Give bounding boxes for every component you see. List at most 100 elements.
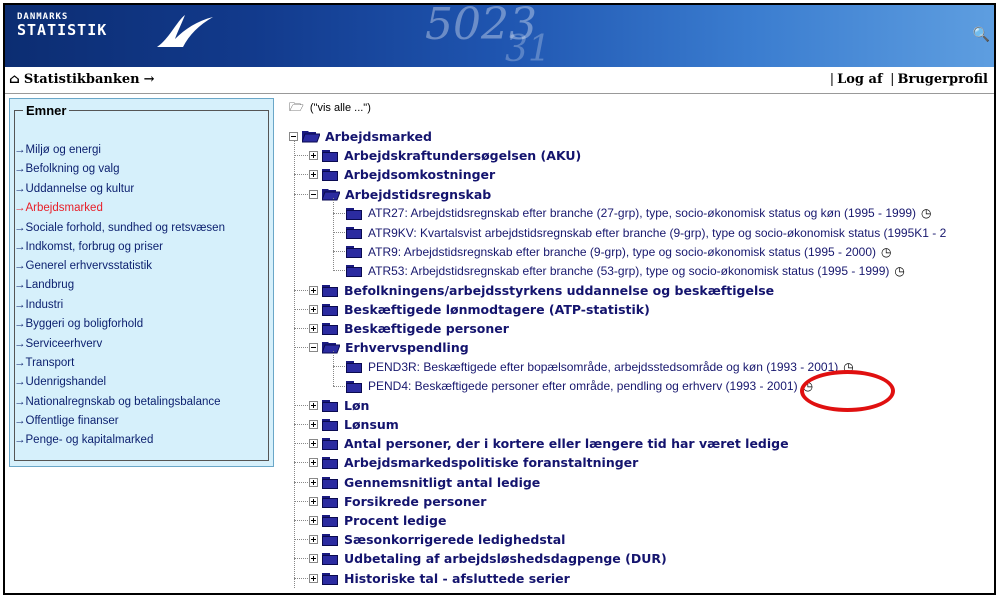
sidebar-item[interactable]: →Uddannelse og kultur (14, 180, 264, 199)
tree-node-row[interactable]: Arbejdsmarkedspolitiske foranstaltninger (309, 453, 638, 472)
expand-toggle-icon[interactable] (309, 420, 318, 429)
collapse-toggle-icon[interactable] (309, 189, 318, 199)
show-all-link[interactable]: 🗁 ("vis alle ...") (289, 99, 994, 117)
tree-node-row[interactable]: Udbetaling af arbejdsløshedsdagpenge (DU… (309, 549, 667, 568)
tree-leaf-row[interactable]: PEND3R: Beskæftigede efter bopælsområde,… (346, 357, 854, 376)
home-link[interactable]: ⌂ Statistikbanken → (9, 72, 155, 87)
tree-connector (294, 174, 308, 176)
sidebar-item[interactable]: →Udenrigshandel (14, 373, 264, 392)
expand-toggle-icon[interactable] (309, 554, 318, 564)
folder-icon (322, 418, 339, 431)
brand-line2: STATISTIK (17, 21, 108, 39)
tree-root-row[interactable]: Arbejdsmarked (289, 127, 432, 146)
clock-icon: ◷ (881, 244, 892, 259)
tree-leaf-row[interactable]: ATR9: Arbejdstidsregnskab efter branche … (346, 242, 892, 261)
tree-leaf-label: ATR9: Arbejdstidsregnskab efter branche … (368, 244, 877, 259)
tree-connector (294, 308, 308, 310)
tree-connector (294, 404, 308, 406)
tree-node-row[interactable]: Befolkningens/arbejdsstyrkens uddannelse… (309, 281, 774, 300)
tree-leaf-row[interactable]: PEND4: Beskæftigede personer efter områd… (346, 377, 813, 396)
tree-node-row[interactable]: Forsikrede personer (309, 492, 486, 511)
folder-icon (322, 514, 339, 527)
sidebar-item[interactable]: →Landbrug (14, 276, 264, 295)
tree-node-row[interactable]: Procent ledige (309, 511, 446, 530)
expand-toggle-icon[interactable] (309, 458, 318, 468)
browser-frame: DANMARKS STATISTIK 5023 31 🔍 ⌂ Statistik… (3, 3, 996, 595)
sidebar-item[interactable]: →Befolkning og valg (14, 160, 264, 179)
tree-node-row[interactable]: Beskæftigede personer (309, 319, 509, 338)
expand-toggle-icon[interactable] (309, 304, 318, 314)
tree-node-row[interactable]: Beskæftigede lønmodtagere (ATP-statistik… (309, 300, 650, 319)
clock-icon: ◷ (894, 263, 905, 278)
logout-link[interactable]: Log af (837, 72, 882, 87)
sidebar-item[interactable]: →Industri (14, 296, 264, 315)
tree-leaf-label: PEND3R: Beskæftigede efter bopælsområde,… (368, 359, 839, 374)
sidebar-item[interactable]: →Miljø og energi (14, 141, 264, 160)
sidebar-item[interactable]: →Nationalregnskab og betalingsbalance (14, 393, 264, 412)
sidebar-item[interactable]: →Indkomst, forbrug og priser (14, 238, 264, 257)
tree-connector (294, 558, 308, 560)
tree-node-row[interactable]: Arbejdstidsregnskab (309, 185, 491, 204)
expand-toggle-icon[interactable] (309, 285, 318, 295)
tree-node-row[interactable]: Gennemsnitligt antal ledige (309, 473, 540, 492)
expand-toggle-icon[interactable] (309, 516, 318, 525)
folder-icon (322, 533, 339, 547)
folder-icon (322, 456, 339, 470)
tree-node-label: Befolkningens/arbejdsstyrkens uddannelse… (344, 282, 775, 298)
collapse-toggle-icon[interactable] (309, 343, 318, 353)
tree-leaf-row[interactable]: ATR27: Arbejdstidsregnskab efter branche… (346, 204, 932, 223)
folder-icon (322, 552, 339, 566)
sidebar-item[interactable]: →Byggeri og boligforhold (14, 315, 264, 334)
tree-node-row[interactable]: Sæsonkorrigerede ledighedstal (309, 530, 565, 549)
expand-toggle-icon[interactable] (309, 573, 318, 583)
table-icon (346, 226, 363, 239)
expand-toggle-icon[interactable] (309, 324, 318, 333)
tree-node-row[interactable]: Historiske tal - afsluttede serier (309, 569, 570, 588)
search-icon[interactable]: 🔍 (973, 27, 990, 43)
tree-node-row[interactable]: Løn (309, 396, 369, 415)
expand-toggle-icon[interactable] (309, 400, 318, 410)
table-icon (346, 207, 363, 220)
table-icon (346, 264, 363, 278)
tree-leaf-label: ATR9KV: Kvartalsvist arbejdstidsregnskab… (368, 225, 947, 240)
folder-open-icon (322, 342, 340, 354)
tree-node-row[interactable]: Arbejdskraftundersøgelsen (AKU) (309, 146, 581, 165)
sidebar-item[interactable]: →Transport (14, 354, 264, 373)
tree-node-label: Arbejdsmarkedspolitiske foranstaltninger (344, 455, 639, 471)
expand-toggle-icon[interactable] (309, 151, 318, 161)
expand-toggle-icon[interactable] (309, 496, 318, 506)
folder-icon (322, 572, 339, 585)
tree-connector (294, 155, 308, 157)
tree-node-label: Løn (344, 397, 370, 413)
sidebar-item[interactable]: →Serviceerhverv (14, 335, 264, 354)
tree-leaf-row[interactable]: ATR9KV: Kvartalsvist arbejdstidsregnskab… (346, 223, 946, 242)
tree-node-row[interactable]: Antal personer, der i kortere eller læng… (309, 434, 789, 453)
sidebar-item[interactable]: →Offentlige finanser (14, 412, 264, 431)
tree-connector (294, 443, 308, 445)
tree-connector (333, 232, 345, 233)
expand-toggle-icon[interactable] (309, 170, 318, 180)
tree-leaf-row[interactable]: ATR53: Arbejdstidsregnskab efter branche… (346, 261, 905, 280)
tree-connector (333, 385, 345, 387)
expand-toggle-icon[interactable] (309, 439, 318, 449)
sidebar-item[interactable]: →Arbejdsmarked (14, 199, 264, 218)
folder-expand-icon: 🗁 (289, 99, 304, 114)
subjects-list: →Miljø og energi →Befolkning og valg →Udda… (14, 141, 264, 451)
folder-icon (322, 303, 339, 316)
folder-icon (322, 495, 339, 508)
profile-link[interactable]: Brugerprofil (898, 72, 989, 87)
sidebar-item[interactable]: →Sociale forhold, sundhed og retsvæsen (14, 219, 264, 238)
sidebar-item[interactable]: →Generel erhvervsstatistik (14, 257, 264, 276)
tree-node-row[interactable]: Lønsum (309, 415, 399, 434)
arrow-icon: → (143, 72, 155, 87)
tree-node-row[interactable]: Arbejdsomkostninger (309, 165, 495, 184)
sidebar-item[interactable]: →Penge- og kapitalmarked (14, 431, 264, 450)
tree-connector (333, 212, 345, 214)
collapse-toggle-icon[interactable] (289, 132, 298, 141)
tree-node-label: Sæsonkorrigerede ledighedstal (344, 532, 566, 548)
tree-connector (333, 251, 345, 253)
expand-toggle-icon[interactable] (309, 477, 318, 487)
tree-connector (294, 481, 308, 483)
folder-icon (322, 168, 339, 182)
expand-toggle-icon[interactable] (309, 535, 318, 545)
